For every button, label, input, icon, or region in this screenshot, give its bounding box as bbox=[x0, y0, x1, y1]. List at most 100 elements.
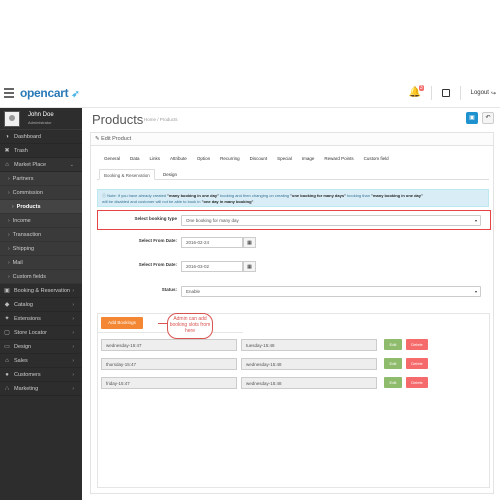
sidebar-item-booking-reservation[interactable]: ▣ Booking & Reservation › bbox=[0, 284, 82, 298]
notification-bell-icon[interactable]: 🔔 3 bbox=[409, 85, 424, 99]
to-date-label: Select From Date: bbox=[138, 262, 177, 267]
logout-icon: ↪ bbox=[490, 90, 496, 97]
alert-emphasis: "many booking in one day" bbox=[371, 193, 423, 198]
sidebar-item-label: Extensions bbox=[14, 316, 41, 322]
save-button[interactable]: ▣ bbox=[466, 112, 478, 124]
tab-image[interactable]: Image bbox=[297, 156, 320, 161]
sidebar-subitem-mail[interactable]: › Mail bbox=[0, 256, 82, 270]
calendar-icon[interactable]: ▦ bbox=[243, 237, 256, 248]
sidebar-subitem-commission[interactable]: › Commission bbox=[0, 186, 82, 200]
info-alert: ⓘ Note: If you have already created "man… bbox=[97, 189, 489, 207]
logo-text: opencart bbox=[20, 86, 69, 100]
calendar-icon[interactable]: ▦ bbox=[243, 261, 256, 272]
from-date-label: Select From Date: bbox=[138, 238, 177, 243]
save-icon: ▣ bbox=[469, 115, 475, 121]
alert-text: will be disabled and customer will not b… bbox=[102, 199, 202, 204]
from-date-input[interactable]: 2016-02-24 bbox=[181, 237, 243, 248]
sidebar-item-sales[interactable]: ⌂ Sales › bbox=[0, 354, 82, 368]
delete-button[interactable]: Delete bbox=[406, 358, 428, 369]
delete-button[interactable]: Delete bbox=[406, 377, 428, 388]
slot-from-field[interactable]: thursday-15:47 bbox=[101, 358, 237, 370]
tab-recurring[interactable]: Recurring bbox=[215, 156, 245, 161]
status-value: Enable bbox=[186, 289, 201, 294]
edit-button[interactable]: Edit bbox=[384, 377, 402, 388]
chevron-right-icon: › bbox=[8, 190, 10, 196]
tab-data[interactable]: Data bbox=[125, 156, 145, 161]
slot-to-field[interactable]: tuesday-15:48 bbox=[241, 339, 377, 351]
booking-icon: ▣ bbox=[4, 288, 10, 294]
sidebar-item-catalog[interactable]: ◆ Catalog › bbox=[0, 298, 82, 312]
slots-right-border bbox=[489, 313, 490, 487]
back-button[interactable]: ↶ bbox=[482, 112, 494, 124]
sidebar-subitem-label: Income bbox=[12, 218, 31, 224]
tab-links[interactable]: Links bbox=[145, 156, 166, 161]
sidebar-item-customers[interactable]: ● Customers › bbox=[0, 368, 82, 382]
profile-role: Administrator bbox=[28, 120, 52, 125]
tab-reward-points[interactable]: Reward Points bbox=[319, 156, 358, 161]
sidebar-item-design[interactable]: ▭ Design › bbox=[0, 340, 82, 354]
tab-design[interactable]: Design bbox=[159, 169, 181, 180]
sidebar-item-trash[interactable]: ✖ Trash bbox=[0, 144, 82, 158]
slot-from-field[interactable]: friday-15:47 bbox=[101, 377, 237, 389]
edit-product-panel: ✎ Edit Product General Data Links Attrib… bbox=[90, 132, 494, 494]
cart-logo-icon: ➶ bbox=[71, 89, 80, 100]
alert-text: ⓘ Note: If you have already created bbox=[102, 193, 168, 198]
logout-label: Logout bbox=[470, 90, 489, 96]
chevron-right-icon: › bbox=[72, 302, 74, 308]
booking-type-value: One booking for many day bbox=[186, 218, 239, 223]
slots-top-border bbox=[97, 313, 489, 314]
tab-booking-reservation[interactable]: Booking & Reservation bbox=[99, 169, 155, 180]
sidebar-subitem-products[interactable]: › Products bbox=[0, 200, 82, 214]
chevron-right-icon: › bbox=[8, 218, 10, 224]
sidebar-item-marketing[interactable]: ∴ Marketing › bbox=[0, 382, 82, 396]
chevron-right-icon: › bbox=[72, 372, 74, 378]
status-select[interactable]: Enable ▾ bbox=[181, 286, 481, 297]
opencart-logo[interactable]: opencart ➶ bbox=[20, 86, 80, 100]
tab-option[interactable]: Option bbox=[192, 156, 215, 161]
profile[interactable]: John Doe Administrator bbox=[0, 108, 82, 130]
to-date-input[interactable]: 2016-03-02 bbox=[181, 261, 243, 272]
sidebar-subitem-partners[interactable]: › Partners bbox=[0, 172, 82, 186]
delete-button[interactable]: Delete bbox=[406, 339, 428, 350]
chevron-right-icon: › bbox=[8, 232, 10, 238]
user-icon: ● bbox=[5, 372, 9, 378]
tab-custom-field[interactable]: Custom field bbox=[359, 156, 394, 161]
sidebar-item-label: Marketing bbox=[14, 386, 39, 392]
header-actions: 🔔 3 Logout ↪ bbox=[409, 85, 496, 100]
slot-from-field[interactable]: wednesday-15:47 bbox=[101, 339, 237, 351]
slot-to-field[interactable]: wednesday-15:48 bbox=[241, 377, 377, 389]
alert-text: booking and then changing on creating bbox=[218, 193, 291, 198]
logout-link[interactable]: Logout ↪ bbox=[471, 90, 496, 97]
booking-type-select[interactable]: One booking for many day ▾ bbox=[181, 215, 481, 226]
sidebar-subitem-income[interactable]: › Income bbox=[0, 214, 82, 228]
breadcrumb[interactable]: Home / Products bbox=[144, 117, 178, 122]
chevron-right-icon: › bbox=[72, 330, 74, 336]
sidebar-subitem-shipping[interactable]: › Shipping bbox=[0, 242, 82, 256]
alert-emphasis: "many booking in one day" bbox=[167, 193, 219, 198]
tab-discount[interactable]: Discount bbox=[245, 156, 273, 161]
add-bookings-button[interactable]: Add Bookings bbox=[101, 317, 143, 329]
sidebar-item-market-place[interactable]: ⌂ Market Place ⌄ bbox=[0, 158, 82, 172]
alert-emphasis: "one day in many booking" bbox=[201, 199, 254, 204]
tab-general[interactable]: General bbox=[99, 156, 125, 161]
share-icon: ∴ bbox=[5, 386, 9, 392]
chevron-down-icon: ⌄ bbox=[69, 162, 74, 168]
trash-icon: ✖ bbox=[4, 148, 10, 154]
notification-badge: 3 bbox=[418, 85, 424, 91]
tab-special[interactable]: Special bbox=[272, 156, 297, 161]
tab-attribute[interactable]: Attribute bbox=[165, 156, 192, 161]
sidebar-subitem-custom-fields[interactable]: › Custom fields bbox=[0, 270, 82, 284]
slot-to-field[interactable]: wednesday-15:48 bbox=[241, 358, 377, 370]
sidebar-item-dashboard[interactable]: ◑ Dashboard bbox=[0, 130, 82, 144]
sidebar-subitem-transaction[interactable]: › Transaction bbox=[0, 228, 82, 242]
edit-button[interactable]: Edit bbox=[384, 339, 402, 350]
slots-bottom-border bbox=[97, 487, 490, 488]
sidebar-item-extensions[interactable]: ✦ Extensions › bbox=[0, 312, 82, 326]
menu-toggle-icon[interactable] bbox=[4, 88, 14, 98]
chevron-right-icon: › bbox=[72, 344, 74, 350]
puzzle-icon: ✦ bbox=[4, 316, 10, 322]
cart-icon: ⌂ bbox=[5, 162, 9, 168]
edit-button[interactable]: Edit bbox=[384, 358, 402, 369]
help-icon[interactable] bbox=[441, 89, 450, 97]
sidebar-item-store-locator[interactable]: ▢ Store Locator › bbox=[0, 326, 82, 340]
